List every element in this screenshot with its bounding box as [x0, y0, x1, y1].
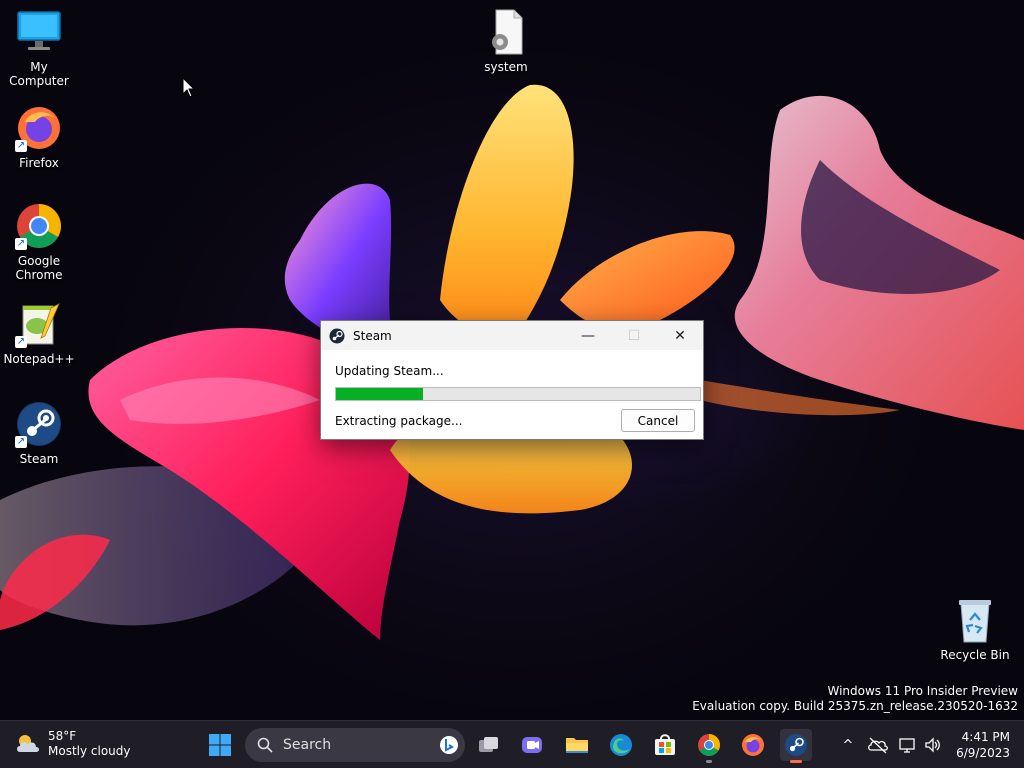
desktop-icon-label: Notepad++	[3, 352, 75, 366]
firefox-icon: ↗	[15, 104, 63, 152]
watermark-edition: Windows 11 Pro Insider Preview	[827, 684, 1018, 698]
edge-icon	[610, 734, 632, 756]
desktop-icon-label: Steam	[19, 452, 59, 466]
search-icon	[257, 737, 273, 753]
network-icon[interactable]	[898, 736, 916, 754]
mouse-cursor-icon	[182, 77, 196, 98]
task-view-button[interactable]	[473, 729, 505, 761]
weather-widget[interactable]: 58°F Mostly cloudy	[14, 729, 131, 759]
firefox-taskbar-button[interactable]	[737, 729, 769, 761]
chrome-taskbar-button[interactable]	[693, 729, 725, 763]
task-view-icon	[479, 737, 498, 752]
edge-button[interactable]	[605, 729, 637, 761]
desktop-icon-steam[interactable]: ↗ Steam	[0, 400, 78, 466]
watermark-build: Evaluation copy. Build 25375.zn_release.…	[692, 699, 1018, 713]
taskbar-clock[interactable]: 4:41 PM 6/9/2023	[956, 729, 1010, 761]
volume-icon[interactable]	[924, 736, 942, 754]
start-button[interactable]	[204, 729, 236, 761]
shortcut-arrow-icon: ↗	[15, 336, 27, 348]
chrome-icon: ↗	[15, 202, 63, 250]
search-placeholder: Search	[283, 737, 332, 753]
monitor-icon	[15, 8, 63, 56]
store-icon	[655, 734, 675, 755]
teams-icon	[522, 737, 542, 753]
desktop-icon-label: Firefox	[19, 156, 59, 170]
onedrive-offline-icon[interactable]	[868, 736, 888, 754]
update-progress-bar	[335, 387, 701, 401]
steam-icon: ↗	[15, 400, 63, 448]
file-explorer-button[interactable]	[561, 729, 593, 761]
clock-time: 4:41 PM	[961, 730, 1010, 744]
recycle-bin-icon	[951, 596, 999, 644]
bing-icon	[440, 736, 458, 754]
steam-icon	[785, 734, 807, 756]
desktop-icon-google-chrome[interactable]: ↗ Google Chrome	[0, 202, 78, 282]
maximize-button: ☐	[627, 327, 641, 344]
teams-button[interactable]	[516, 729, 548, 761]
progress-fill	[336, 388, 424, 400]
dialog-status-text: Extracting package...	[335, 413, 463, 428]
file-explorer-icon	[566, 738, 588, 753]
steam-update-dialog: Steam — ☐ ✕ Updating Steam... Extracting…	[320, 320, 704, 440]
cloudy-weather-icon	[17, 735, 39, 752]
notepad-plus-plus-icon: ↗	[15, 300, 63, 348]
desktop-icon-label: Google Chrome	[15, 254, 63, 282]
steam-icon	[329, 328, 345, 343]
desktop-icon-label: My Computer	[9, 60, 69, 88]
shortcut-arrow-icon: ↗	[15, 140, 27, 152]
dialog-heading: Updating Steam...	[335, 364, 444, 378]
firefox-icon	[742, 734, 764, 756]
taskbar-search[interactable]: Search	[245, 728, 465, 762]
desktop-icon-firefox[interactable]: ↗ Firefox	[0, 104, 78, 170]
dialog-title: Steam	[353, 328, 392, 343]
running-indicator	[790, 760, 802, 763]
chrome-icon	[698, 734, 720, 756]
dialog-titlebar[interactable]: Steam — ☐ ✕	[321, 321, 703, 350]
minimize-button[interactable]: —	[565, 321, 611, 350]
weather-description: Mostly cloudy	[48, 744, 131, 758]
desktop-icon-label: Recycle Bin	[940, 648, 1010, 662]
windows-start-icon	[209, 734, 231, 756]
running-indicator	[706, 760, 712, 763]
desktop-icon-recycle-bin[interactable]: Recycle Bin	[936, 596, 1014, 662]
windows-watermark: Windows 11 Pro Insider Preview Evaluatio…	[692, 684, 1018, 714]
close-button[interactable]: ✕	[657, 321, 703, 350]
clock-date: 6/9/2023	[956, 746, 1010, 760]
system-tray: ^	[836, 729, 942, 761]
desktop-icon-system[interactable]: system	[467, 8, 545, 74]
steam-taskbar-button[interactable]	[780, 729, 812, 763]
weather-temperature: 58°F	[48, 729, 77, 743]
taskbar: 58°F Mostly cloudy Search ^ 4:41 PM 6/9/…	[0, 720, 1024, 768]
settings-file-icon	[482, 8, 530, 56]
show-hidden-icons-chevron-icon[interactable]: ^	[836, 738, 860, 753]
store-button[interactable]	[649, 729, 681, 761]
desktop-icon-notepad-plus-plus[interactable]: ↗ Notepad++	[0, 300, 78, 366]
shortcut-arrow-icon: ↗	[15, 436, 27, 448]
shortcut-arrow-icon: ↗	[15, 238, 27, 250]
desktop-icon-label: system	[484, 60, 528, 74]
cancel-button[interactable]: Cancel	[621, 409, 695, 432]
desktop-icon-my-computer[interactable]: My Computer	[0, 8, 78, 88]
